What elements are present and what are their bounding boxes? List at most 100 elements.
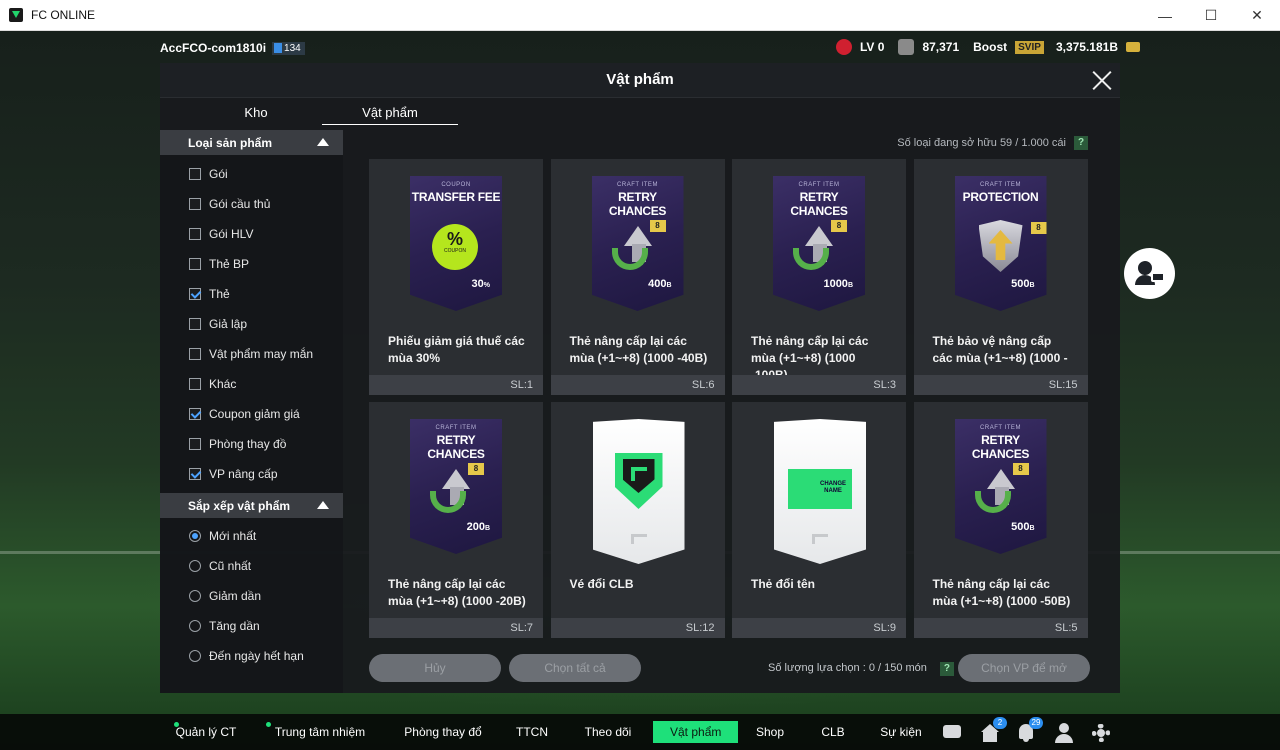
checkbox[interactable] [189,408,201,420]
checkbox[interactable] [189,258,201,270]
club-crest-icon [614,453,663,509]
sort-option[interactable]: Tăng dần [189,619,260,633]
bell-icon[interactable]: 29 [1015,717,1043,744]
filter-option[interactable]: Gói [189,167,228,181]
item-name: Thẻ nâng cấp lại các mùa (+1~+8) (1000 -… [388,577,526,608]
item-art: CRAFT ITEM PROTECTION 8 500B [954,176,1047,311]
item-name: Phiếu giảm giá thuế các mùa 30% [388,334,525,365]
radio[interactable] [189,530,201,542]
item-art: CRAFT ITEM RETRY CHANCES 8 200B [410,419,502,554]
sort-header[interactable]: Sắp xếp vật phẩm [160,493,343,518]
filter-option[interactable]: Vật phẩm may mắn [189,347,313,361]
item-art: CHANGE NAME [774,419,866,564]
nav-theo-doi[interactable]: Theo dõi [580,714,636,750]
item-name: Thẻ bảo vệ nâng cấp các mùa (+1~+8) (100… [932,334,1068,365]
maximize-button[interactable]: ☐ [1188,0,1234,31]
item-card[interactable]: CRAFT ITEM PROTECTION 8 500B Thẻ bảo vệ … [913,159,1088,395]
nav-quan-ly-ct[interactable]: Quản lý CT [172,714,240,750]
item-art: CRAFT ITEM RETRY CHANCES 8 1000B [773,176,865,311]
tab-kho[interactable]: Kho [235,105,277,120]
tp-icon [898,39,915,55]
close-window-button[interactable]: ✕ [1234,0,1280,31]
select-all-button[interactable]: Chọn tất cả [509,654,641,682]
item-card[interactable]: COUPON TRANSFER FEE % COUPON 30% Phiếu gi… [369,159,543,395]
retry-arrow-icon: 8 [791,220,847,276]
retry-arrow-icon: 8 [610,220,666,276]
coin-icon [1126,42,1140,52]
nav-phong-thay-do[interactable]: Phòng thay đổ [402,714,484,750]
checkbox[interactable] [189,228,201,240]
nav-vat-pham[interactable]: Vật phẩm [653,721,739,743]
radio[interactable] [189,620,201,632]
product-type-header[interactable]: Loại sản phẩm [160,130,343,155]
item-card[interactable]: CRAFT ITEM RETRY CHANCES 8 400B Thẻ nâng… [550,159,725,395]
filter-option[interactable]: Giả lập [189,317,247,331]
account-info: AccFCO-com1810i 134 [160,41,305,55]
item-name: Thẻ đổi tên [751,577,815,591]
sort-option[interactable]: Giảm dần [189,589,261,603]
item-art: COUPON TRANSFER FEE % COUPON 30% [410,176,502,311]
cancel-button[interactable]: Hủy [369,654,501,682]
filter-option[interactable]: Phòng thay đồ [189,437,286,451]
filter-option[interactable]: Khác [189,377,236,391]
support-chat-icon[interactable] [1124,248,1175,299]
account-name: AccFCO-com1810i [160,41,267,55]
help-icon[interactable]: ? [1074,136,1088,150]
checkbox[interactable] [189,198,201,210]
sort-option[interactable]: Đến ngày hết hạn [189,649,304,663]
item-card[interactable]: Vé đổi CLB SL:12 [550,402,725,638]
checkbox[interactable] [189,318,201,330]
filter-option[interactable]: Thẻ [189,287,230,301]
home-icon[interactable]: 2 [979,717,1007,744]
nav-clb[interactable]: CLB [816,714,850,750]
help-icon[interactable]: ? [939,662,954,676]
open-selected-button[interactable]: Chọn VP để mở [958,654,1090,682]
brand-mark-icon [812,534,828,544]
checkbox[interactable] [189,468,201,480]
checkbox[interactable] [189,168,201,180]
checkbox[interactable] [189,378,201,390]
account-level-badge: 134 [272,41,305,55]
sort-option[interactable]: Mới nhất [189,529,256,543]
filter-option[interactable]: Coupon giảm giá [189,407,300,421]
item-quantity: SL:3 [732,375,906,395]
close-icon[interactable] [1088,67,1116,95]
item-art: CRAFT ITEM RETRY CHANCES 8 500B [954,419,1047,554]
window-title: FC ONLINE [31,8,96,22]
item-quantity: SL:7 [369,618,543,638]
item-card[interactable]: CRAFT ITEM RETRY CHANCES 8 1000B Thẻ nân… [732,159,906,395]
checkbox[interactable] [189,348,201,360]
nav-ttcn[interactable]: TTCN [512,714,552,750]
radio[interactable] [189,590,201,602]
collapse-triangle-icon[interactable] [317,501,329,509]
sort-option[interactable]: Cũ nhất [189,559,251,573]
fc-online-logo-icon [9,8,23,22]
checkbox[interactable] [189,438,201,450]
collapse-triangle-icon[interactable] [317,138,329,146]
item-card[interactable]: CRAFT ITEM RETRY CHANCES 8 500B Thẻ nâng… [913,402,1088,638]
tab-vat-pham[interactable]: Vật phẩm [322,105,458,125]
item-card[interactable]: CRAFT ITEM RETRY CHANCES 8 200B Thẻ nâng… [369,402,543,638]
settings-gear-icon[interactable] [1090,722,1112,744]
item-art: CRAFT ITEM RETRY CHANCES 8 400B [591,176,684,311]
profile-icon[interactable] [1053,722,1075,744]
filter-option[interactable]: Thẻ BP [189,257,249,271]
nav-trung-tam-nhiem-vu[interactable]: Trung tâm nhiệm vụ [268,714,372,750]
nav-shop[interactable]: Shop [750,714,790,750]
modal-header: Vật phẩm [160,63,1120,98]
item-art [592,419,685,564]
minimize-button[interactable]: — [1142,0,1188,31]
radio[interactable] [189,650,201,662]
chat-icon[interactable] [941,722,963,744]
rename-ticket-icon: CHANGE NAME [788,469,852,509]
nav-su-kien[interactable]: Sự kiện [876,714,926,750]
level-icon [274,43,283,53]
filter-option[interactable]: Gói HLV [189,227,253,241]
item-name: Vé đổi CLB [569,577,634,591]
filter-option[interactable]: VP nâng cấp [189,467,278,481]
window-titlebar: FC ONLINE — ☐ ✕ [0,0,1280,31]
item-card[interactable]: CHANGE NAME Thẻ đổi tên SL:9 [732,402,906,638]
radio[interactable] [189,560,201,572]
filter-option[interactable]: Gói cầu thủ [189,197,270,211]
checkbox[interactable] [189,288,201,300]
